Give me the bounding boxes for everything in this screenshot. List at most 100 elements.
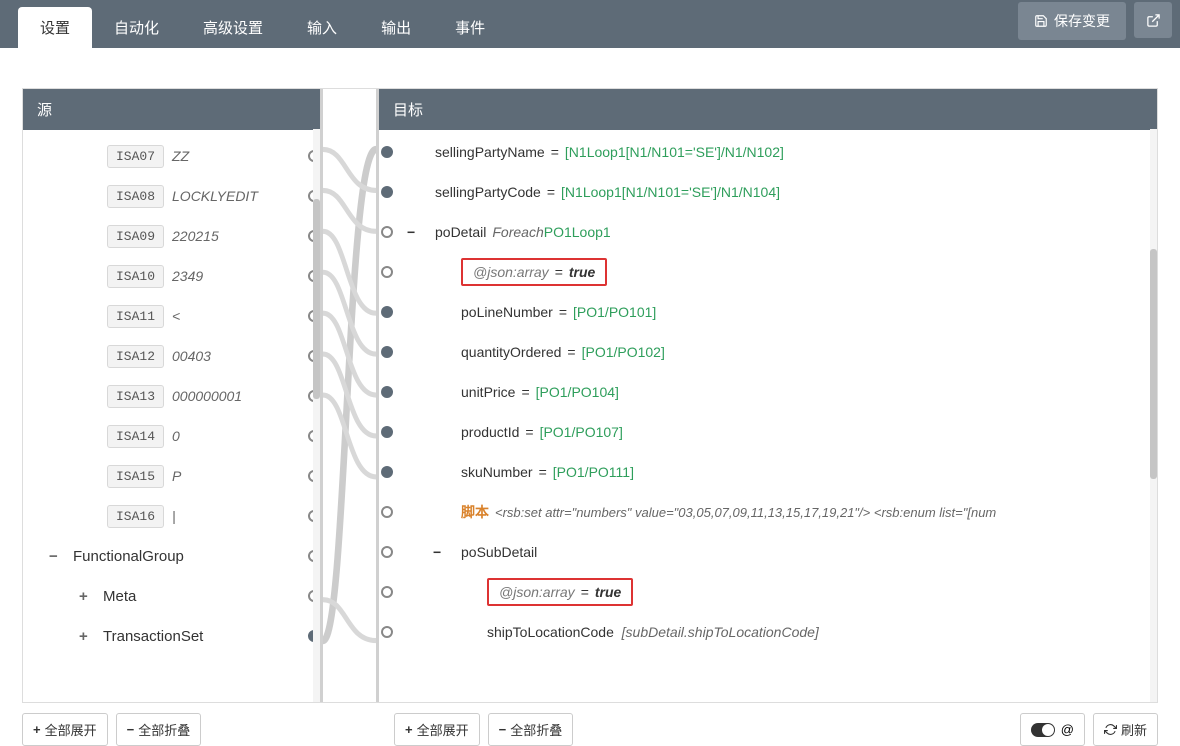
target-port[interactable] xyxy=(381,586,393,598)
target-port[interactable] xyxy=(381,466,393,478)
isa-code: ISA12 xyxy=(107,345,164,368)
isa-value: 2349 xyxy=(172,268,203,284)
target-row[interactable]: skuNumber = [PO1/PO111] xyxy=(389,452,1147,492)
script-label: 脚本 xyxy=(461,502,489,522)
source-isa-row[interactable]: ISA07ZZ xyxy=(31,136,312,176)
target-row[interactable]: @json:array = true xyxy=(389,252,1147,292)
target-row[interactable]: sellingPartyCode = [N1Loop1[N1/N101='SE'… xyxy=(389,172,1147,212)
target-row[interactable]: productId = [PO1/PO107] xyxy=(389,412,1147,452)
source-scrollbar[interactable] xyxy=(313,129,320,702)
equals-sign: = xyxy=(547,184,555,200)
target-row[interactable]: sellingPartyName = [N1Loop1[N1/N101='SE'… xyxy=(389,132,1147,172)
popout-button[interactable] xyxy=(1134,2,1172,38)
target-port[interactable] xyxy=(381,346,393,358)
tab-output[interactable]: 输出 xyxy=(359,7,433,48)
equals-sign: = xyxy=(555,264,563,280)
tab-advanced[interactable]: 高级设置 xyxy=(181,7,285,48)
mapping-name: productId xyxy=(461,424,519,440)
target-port[interactable] xyxy=(381,546,393,558)
external-link-icon xyxy=(1146,13,1161,28)
source-isa-row[interactable]: ISA09220215 xyxy=(31,216,312,256)
target-port[interactable] xyxy=(381,226,393,238)
tab-input[interactable]: 输入 xyxy=(285,7,359,48)
source-isa-row[interactable]: ISA11 < xyxy=(31,296,312,336)
source-group-row[interactable]: + Meta xyxy=(31,576,312,616)
mapping-expression: [N1Loop1[N1/N101='SE']/N1/N102] xyxy=(565,144,784,160)
connector-lines xyxy=(323,129,376,702)
isa-value: LOCKLYEDIT xyxy=(172,188,258,204)
source-isa-row[interactable]: ISA140 xyxy=(31,416,312,456)
source-group-row[interactable]: −FunctionalGroup xyxy=(31,536,312,576)
source-isa-row[interactable]: ISA15P xyxy=(31,456,312,496)
target-port[interactable] xyxy=(381,626,393,638)
target-port[interactable] xyxy=(381,186,393,198)
target-expand-all-button[interactable]: +全部展开 xyxy=(394,713,480,746)
isa-code: ISA11 xyxy=(107,305,164,328)
expander-icon[interactable]: + xyxy=(79,628,95,645)
at-label: @ xyxy=(1061,722,1074,737)
mapping-name: sellingPartyCode xyxy=(435,184,541,200)
isa-code: ISA13 xyxy=(107,385,164,408)
expander-icon[interactable]: + xyxy=(79,588,95,605)
connector-gap xyxy=(323,89,379,702)
target-scrollbar[interactable] xyxy=(1150,129,1157,702)
tab-automation[interactable]: 自动化 xyxy=(92,7,181,48)
target-port[interactable] xyxy=(381,306,393,318)
target-row[interactable]: poLineNumber = [PO1/PO101] xyxy=(389,292,1147,332)
target-row[interactable]: shipToLocationCode [subDetail.shipToLoca… xyxy=(389,612,1147,652)
target-header: 目标 xyxy=(379,89,1157,130)
save-button[interactable]: 保存变更 xyxy=(1018,2,1126,40)
mapping-expression: [PO1/PO111] xyxy=(553,464,634,480)
equals-sign: = xyxy=(567,344,575,360)
mapping-name: unitPrice xyxy=(461,384,515,400)
target-collapse-all-button[interactable]: −全部折叠 xyxy=(488,713,574,746)
mapping-expression: [N1Loop1[N1/N101='SE']/N1/N104] xyxy=(561,184,780,200)
target-row[interactable]: quantityOrdered = [PO1/PO102] xyxy=(389,332,1147,372)
target-row[interactable]: −poSubDetail xyxy=(389,532,1147,572)
equals-sign: = xyxy=(559,304,567,320)
source-group-row[interactable]: +TransactionSet xyxy=(31,616,312,656)
top-bar: 设置 自动化 高级设置 输入 输出 事件 保存变更 xyxy=(0,0,1180,48)
attr-name: @json:array xyxy=(499,584,575,600)
target-port[interactable] xyxy=(381,506,393,518)
source-isa-row[interactable]: ISA08LOCKLYEDIT xyxy=(31,176,312,216)
tab-list: 设置 自动化 高级设置 输入 输出 事件 xyxy=(18,7,507,48)
target-port[interactable] xyxy=(381,266,393,278)
tab-settings[interactable]: 设置 xyxy=(18,7,92,48)
source-isa-row[interactable]: ISA12 00403 xyxy=(31,336,312,376)
target-row[interactable]: @json:array = true xyxy=(389,572,1147,612)
workspace: 源 ISA07ZZISA08LOCKLYEDITISA09220215ISA10… xyxy=(0,48,1180,739)
mapping-expression: [PO1/PO107] xyxy=(540,424,623,440)
isa-code: ISA15 xyxy=(107,465,164,488)
refresh-button[interactable]: 刷新 xyxy=(1093,713,1158,746)
isa-value: < xyxy=(172,308,180,324)
attr-value: true xyxy=(569,264,595,280)
target-port[interactable] xyxy=(381,386,393,398)
collapse-all-label: 全部折叠 xyxy=(510,720,562,739)
source-isa-row[interactable]: ISA13000000001 xyxy=(31,376,312,416)
source-isa-row[interactable]: ISA10 2349 xyxy=(31,256,312,296)
expander-icon[interactable]: − xyxy=(49,548,65,565)
source-collapse-all-button[interactable]: −全部折叠 xyxy=(116,713,202,746)
isa-value: 00403 xyxy=(172,348,211,364)
source-column: 源 ISA07ZZISA08LOCKLYEDITISA09220215ISA10… xyxy=(23,89,323,702)
target-row[interactable]: 脚本<rsb:set attr="numbers" value="03,05,0… xyxy=(389,492,1147,532)
source-isa-row[interactable]: ISA16| xyxy=(31,496,312,536)
expander-icon[interactable]: − xyxy=(407,224,415,240)
target-row[interactable]: unitPrice = [PO1/PO104] xyxy=(389,372,1147,412)
mapping-expression: [PO1/PO102] xyxy=(582,344,665,360)
tab-events[interactable]: 事件 xyxy=(433,7,507,48)
target-port[interactable] xyxy=(381,426,393,438)
isa-code: ISA10 xyxy=(107,265,164,288)
target-row[interactable]: −poDetail Foreach PO1Loop1 xyxy=(389,212,1147,252)
equals-sign: = xyxy=(525,424,533,440)
at-toggle[interactable]: @ xyxy=(1020,713,1085,746)
expand-all-label: 全部展开 xyxy=(45,720,97,739)
group-label: Meta xyxy=(103,588,136,605)
target-port[interactable] xyxy=(381,146,393,158)
group-label: FunctionalGroup xyxy=(73,548,184,565)
source-expand-all-button[interactable]: +全部展开 xyxy=(22,713,108,746)
expander-icon[interactable]: − xyxy=(433,544,441,560)
mapping-expression: [PO1/PO101] xyxy=(573,304,656,320)
mapping-expression: PO1Loop1 xyxy=(544,224,611,240)
